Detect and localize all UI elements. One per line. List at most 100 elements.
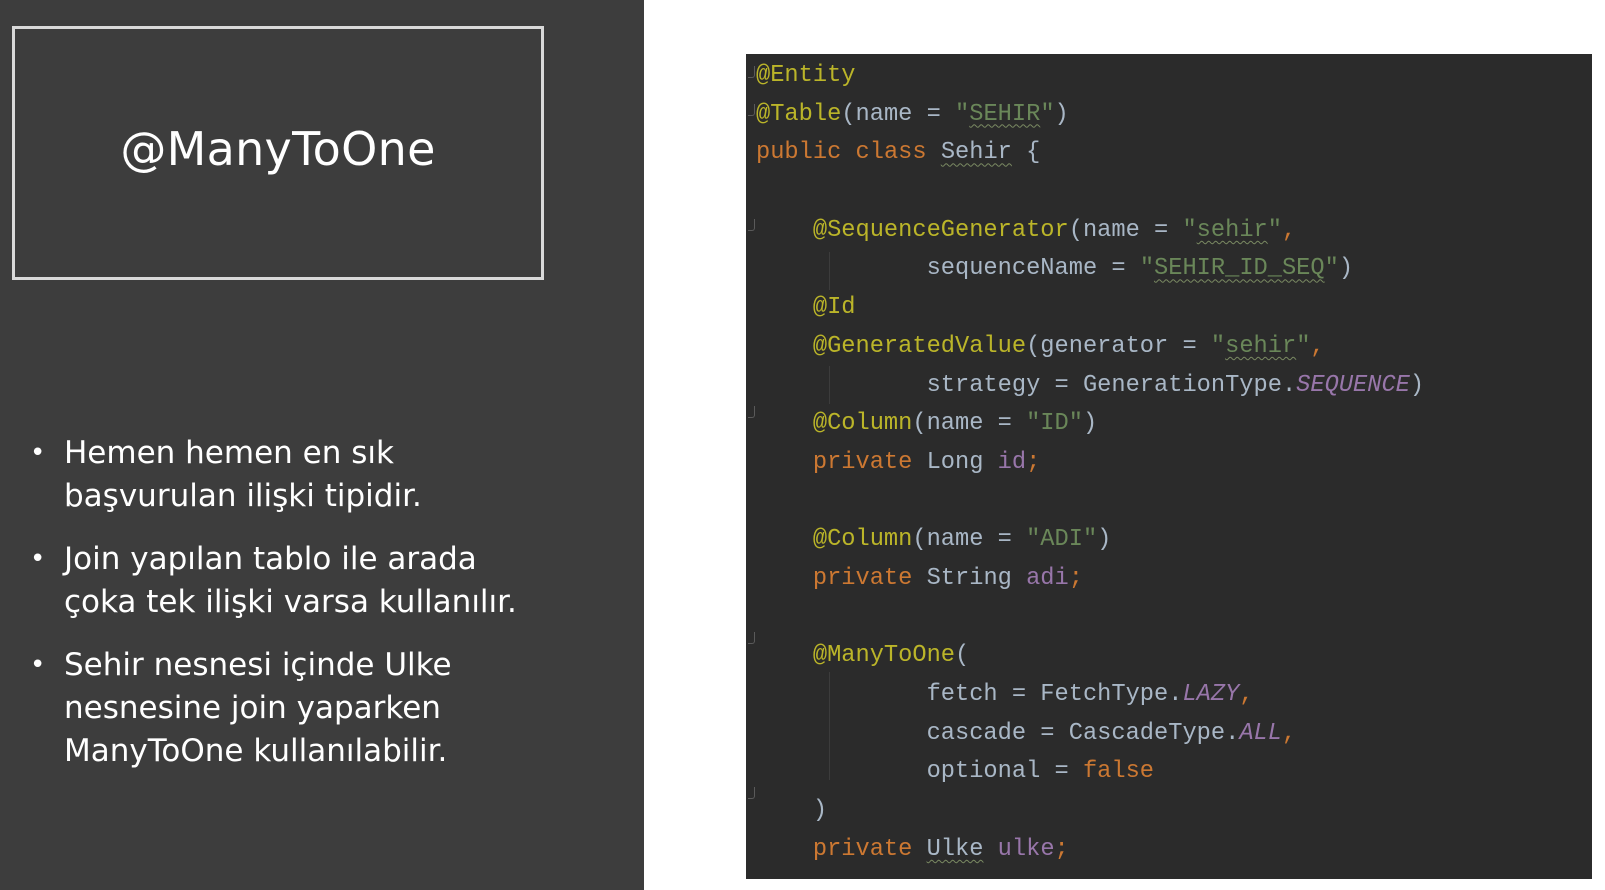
code-token: Ulke [926,835,984,863]
bullet-line: Hemen hemen en sık [64,435,394,471]
code-token: " [1040,100,1055,128]
bullet-line: Join yapılan tablo ile arada [64,541,477,577]
code-line: strategy = GenerationType.SEQUENCE) [756,367,1425,406]
bullet-item: • Sehir nesnesi içinde Ulke nesnesine jo… [24,644,624,773]
code-token: strategy = GenerationType. [756,371,1297,399]
code-line: @Entity [756,57,1424,96]
code-token: SEQUENCE [1296,371,1410,399]
fold-marker-icon [748,104,755,116]
bullet-line: başvurulan ilişki tipidir. [64,478,422,514]
code-token: private [812,448,913,476]
title-box: @ManyToOne [12,26,544,280]
bullet-line: nesnesine join yaparken [64,690,441,726]
code-token: (generator = [1026,332,1211,360]
code-line: @Column(name = "ADI") [756,521,1424,560]
code-line: @SequenceGenerator(name = "sehir", [756,212,1424,251]
code-token: ) [1054,100,1069,128]
code-token: @Column [812,410,913,438]
code-line: @Column(name = "ID") [756,405,1424,444]
bullet-line: ManyToOne kullanılabilir. [64,733,448,769]
code-token: false [1082,758,1155,786]
code-token: id [997,448,1027,476]
code-token: SEHIR_ID_SEQ [1154,255,1325,283]
code-token: ALL [1239,719,1282,747]
code-token: ) [1082,410,1098,438]
code-line: @Id [756,289,1424,328]
code-line: private Long id; [756,444,1424,483]
code-token: " [1139,255,1155,283]
code-line: public class Sehir { [756,134,1424,173]
code-token: , [1281,216,1297,244]
code-token: public [756,139,842,167]
code-block: @Entity @Table(name = "SEHIR") public clas… [756,57,1424,869]
code-token: sehir [1225,332,1297,360]
code-token: (name = [841,100,956,128]
fold-marker-icon [748,632,755,644]
code-token: cascade = CascadeType. [756,719,1240,747]
code-token: Long [912,448,998,476]
code-line: private Ulke ulke; [756,831,1424,870]
code-token: @ManyToOne [812,642,956,670]
slide-title: @ManyToOne [120,122,436,176]
code-token: "ID" [1026,410,1083,438]
code-token: private [812,835,913,863]
code-token: ( [955,642,970,670]
code-token: (name = [912,410,1027,438]
code-token: " [1210,332,1226,360]
code-token: " [1324,255,1339,283]
left-panel: @ManyToOne • Hemen hemen en sık başvurul… [0,0,644,890]
code-token: @SequenceGenerator [812,216,1069,244]
code-token: @Table [756,100,842,128]
code-line: private String adi; [756,560,1424,599]
code-token: ) [1097,526,1112,554]
code-token: @Entity [756,62,856,89]
code-token: optional = [756,758,1083,786]
code-token: class [855,139,927,167]
fold-marker-icon [748,219,755,231]
code-line: sequenceName = "SEHIR_ID_SEQ") [756,250,1424,289]
code-token: sehir [1196,216,1268,244]
code-token: " [1182,216,1197,244]
bullet-dot-icon: • [30,544,46,574]
code-line: fetch = FetchType.LAZY, [756,676,1424,715]
code-token: @GeneratedValue [812,332,1027,360]
code-token: private [812,564,913,592]
code-token: (name = [1068,216,1183,244]
code-token: ) [1338,255,1354,283]
code-token: , [1281,719,1297,747]
code-token: @Column [812,526,913,554]
bullet-list: • Hemen hemen en sık başvurulan ilişki t… [24,432,624,793]
code-token: { [1011,139,1041,167]
slide: @ManyToOne • Hemen hemen en sık başvurul… [0,0,1605,890]
code-token: , [1310,332,1325,360]
code-line: ) [756,792,1424,831]
code-token: " [955,100,970,128]
code-token: SEHIR [969,100,1041,128]
fold-marker-icon [748,66,755,78]
code-token: ; [1068,564,1083,592]
code-token: "ADI" [1026,526,1098,554]
code-token: ulke [997,835,1055,863]
code-token: @Id [812,294,856,322]
code-token: (name = [912,526,1027,554]
code-token: ; [1054,835,1069,863]
fold-marker-icon [748,787,755,799]
code-token: ; [1026,448,1041,476]
code-line: @GeneratedValue(generator = "sehir", [756,328,1424,367]
bullet-dot-icon: • [30,650,46,680]
bullet-item: • Join yapılan tablo ile arada çoka tek … [24,538,624,624]
code-token: fetch = FetchType. [756,681,1183,708]
